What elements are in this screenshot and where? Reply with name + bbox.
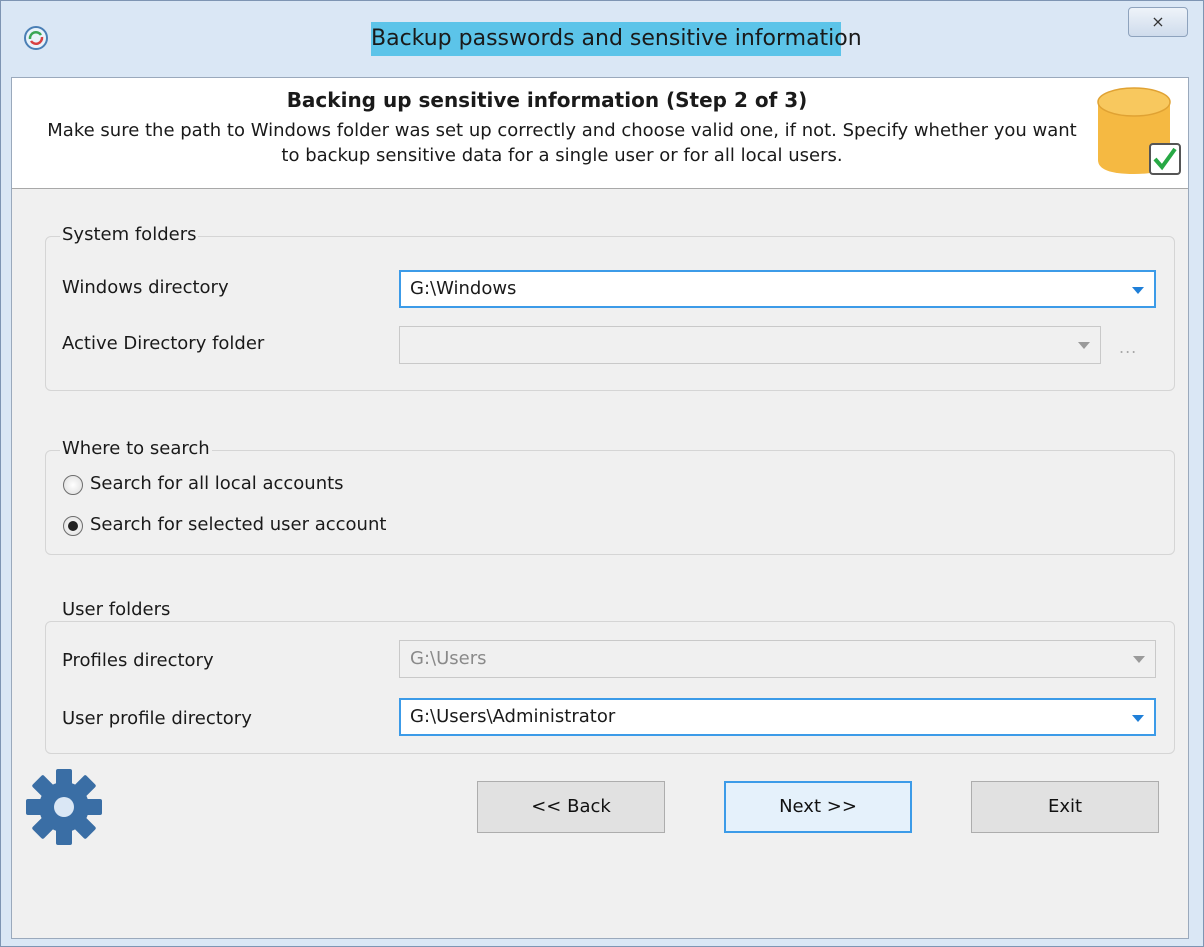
profiles-directory-combo: G:\Users bbox=[399, 640, 1156, 678]
exit-button[interactable]: Exit bbox=[971, 781, 1159, 833]
user-profile-directory-value: G:\Users\Administrator bbox=[410, 706, 616, 727]
gear-icon bbox=[26, 769, 102, 845]
user-folders-title: User folders bbox=[60, 599, 173, 620]
active-directory-combo bbox=[399, 326, 1101, 364]
profiles-directory-label: Profiles directory bbox=[62, 650, 214, 671]
active-directory-browse-button: ... bbox=[1119, 338, 1138, 357]
database-check-icon bbox=[1097, 87, 1181, 175]
windows-directory-combo[interactable]: G:\Windows bbox=[399, 270, 1156, 308]
windows-directory-label: Windows directory bbox=[62, 277, 229, 298]
user-profile-directory-combo[interactable]: G:\Users\Administrator bbox=[399, 698, 1156, 736]
title-bar: Backup passwords and sensitive informati… bbox=[1, 1, 1203, 77]
back-button[interactable]: << Back bbox=[477, 781, 665, 833]
chevron-down-icon bbox=[1133, 656, 1145, 663]
next-button[interactable]: Next >> bbox=[724, 781, 912, 833]
where-to-search-group bbox=[45, 450, 1175, 555]
close-button[interactable]: ⨯ bbox=[1128, 7, 1188, 37]
chevron-down-icon[interactable] bbox=[1132, 287, 1144, 294]
step-description: Make sure the path to Windows folder was… bbox=[47, 120, 1077, 166]
search-selected-radio[interactable] bbox=[63, 516, 83, 536]
active-directory-label: Active Directory folder bbox=[62, 333, 265, 354]
chevron-down-icon[interactable] bbox=[1132, 715, 1144, 722]
profiles-directory-value: G:\Users bbox=[410, 648, 487, 669]
window-title: Backup passwords and sensitive informati… bbox=[371, 22, 862, 56]
step-title: Backing up sensitive information (Step 2… bbox=[286, 88, 808, 112]
system-folders-group bbox=[45, 236, 1175, 391]
dialog-window: Backup passwords and sensitive informati… bbox=[0, 0, 1204, 947]
search-all-label[interactable]: Search for all local accounts bbox=[90, 473, 344, 494]
windows-directory-value: G:\Windows bbox=[410, 278, 517, 299]
app-icon bbox=[24, 26, 48, 50]
where-to-search-title: Where to search bbox=[60, 438, 212, 459]
user-profile-directory-label: User profile directory bbox=[62, 708, 252, 729]
system-folders-title: System folders bbox=[60, 224, 199, 245]
close-icon: ⨯ bbox=[1151, 12, 1165, 31]
search-selected-label[interactable]: Search for selected user account bbox=[90, 514, 386, 535]
chevron-down-icon bbox=[1078, 342, 1090, 349]
search-all-radio[interactable] bbox=[63, 475, 83, 495]
wizard-header: Backing up sensitive information (Step 2… bbox=[12, 78, 1188, 189]
